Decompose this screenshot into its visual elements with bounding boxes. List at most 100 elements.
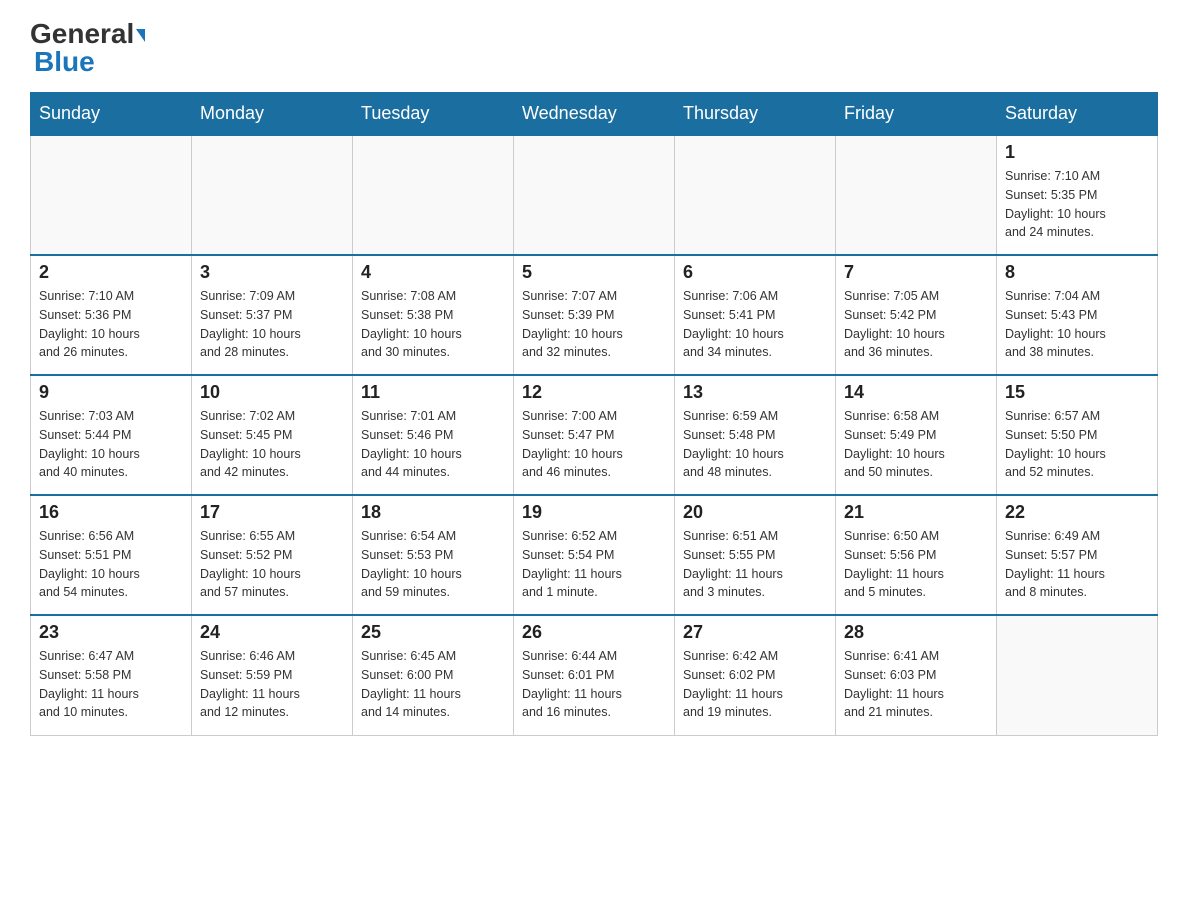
calendar-cell [31,135,192,255]
calendar-cell: 12 Sunrise: 7:00 AMSunset: 5:47 PMDayligh… [514,375,675,495]
logo-general-text: General [30,20,145,48]
calendar-cell [836,135,997,255]
day-info: Sunrise: 6:50 AMSunset: 5:56 PMDaylight:… [844,527,988,602]
day-number: 2 [39,262,183,283]
day-number: 4 [361,262,505,283]
day-info: Sunrise: 7:04 AMSunset: 5:43 PMDaylight:… [1005,287,1149,362]
day-number: 12 [522,382,666,403]
day-number: 7 [844,262,988,283]
day-info: Sunrise: 7:06 AMSunset: 5:41 PMDaylight:… [683,287,827,362]
day-info: Sunrise: 6:41 AMSunset: 6:03 PMDaylight:… [844,647,988,722]
day-number: 24 [200,622,344,643]
calendar-cell: 16Sunrise: 6:56 AMSunset: 5:51 PMDayligh… [31,495,192,615]
day-number: 16 [39,502,183,523]
calendar-cell: 17 Sunrise: 6:55 AMSunset: 5:52 PMDayligh… [192,495,353,615]
day-number: 21 [844,502,988,523]
day-number: 5 [522,262,666,283]
day-number: 17 [200,502,344,523]
day-number: 3 [200,262,344,283]
calendar-week-3: 9 Sunrise: 7:03 AMSunset: 5:44 PMDaylight… [31,375,1158,495]
day-info: Sunrise: 7:01 AMSunset: 5:46 PMDaylight:… [361,407,505,482]
day-info: Sunrise: 6:55 AMSunset: 5:52 PMDaylight:… [200,527,344,602]
day-info: Sunrise: 6:51 AMSunset: 5:55 PMDaylight:… [683,527,827,602]
calendar-week-1: 1 Sunrise: 7:10 AMSunset: 5:35 PMDaylight… [31,135,1158,255]
col-header-tuesday: Tuesday [353,93,514,136]
calendar-cell: 21 Sunrise: 6:50 AMSunset: 5:56 PMDayligh… [836,495,997,615]
day-number: 13 [683,382,827,403]
day-info: Sunrise: 7:00 AMSunset: 5:47 PMDaylight:… [522,407,666,482]
col-header-friday: Friday [836,93,997,136]
day-info: Sunrise: 6:54 AMSunset: 5:53 PMDaylight:… [361,527,505,602]
calendar-cell: 18 Sunrise: 6:54 AMSunset: 5:53 PMDayligh… [353,495,514,615]
day-info: Sunrise: 7:09 AMSunset: 5:37 PMDaylight:… [200,287,344,362]
day-number: 27 [683,622,827,643]
day-number: 11 [361,382,505,403]
day-number: 10 [200,382,344,403]
day-info: Sunrise: 7:02 AMSunset: 5:45 PMDaylight:… [200,407,344,482]
calendar-cell: 11 Sunrise: 7:01 AMSunset: 5:46 PMDayligh… [353,375,514,495]
calendar-cell: 5 Sunrise: 7:07 AMSunset: 5:39 PMDaylight… [514,255,675,375]
calendar-table: SundayMondayTuesdayWednesdayThursdayFrid… [30,92,1158,736]
calendar-cell [675,135,836,255]
calendar-cell [353,135,514,255]
col-header-sunday: Sunday [31,93,192,136]
calendar-cell: 15 Sunrise: 6:57 AMSunset: 5:50 PMDayligh… [997,375,1158,495]
calendar-header-row: SundayMondayTuesdayWednesdayThursdayFrid… [31,93,1158,136]
day-number: 1 [1005,142,1149,163]
calendar-cell: 1 Sunrise: 7:10 AMSunset: 5:35 PMDaylight… [997,135,1158,255]
logo: General Blue [30,20,145,76]
day-info: Sunrise: 7:10 AMSunset: 5:35 PMDaylight:… [1005,167,1149,242]
calendar-cell: 14 Sunrise: 6:58 AMSunset: 5:49 PMDayligh… [836,375,997,495]
day-info: Sunrise: 6:52 AMSunset: 5:54 PMDaylight:… [522,527,666,602]
day-number: 23 [39,622,183,643]
col-header-thursday: Thursday [675,93,836,136]
calendar-cell: 4 Sunrise: 7:08 AMSunset: 5:38 PMDaylight… [353,255,514,375]
day-info: Sunrise: 6:45 AMSunset: 6:00 PMDaylight:… [361,647,505,722]
calendar-cell: 10 Sunrise: 7:02 AMSunset: 5:45 PMDayligh… [192,375,353,495]
day-info: Sunrise: 6:46 AMSunset: 5:59 PMDaylight:… [200,647,344,722]
col-header-monday: Monday [192,93,353,136]
day-number: 19 [522,502,666,523]
col-header-saturday: Saturday [997,93,1158,136]
day-info: Sunrise: 7:05 AMSunset: 5:42 PMDaylight:… [844,287,988,362]
day-info: Sunrise: 6:47 AMSunset: 5:58 PMDaylight:… [39,647,183,722]
day-info: Sunrise: 6:44 AMSunset: 6:01 PMDaylight:… [522,647,666,722]
day-info: Sunrise: 6:49 AMSunset: 5:57 PMDaylight:… [1005,527,1149,602]
day-number: 15 [1005,382,1149,403]
day-number: 9 [39,382,183,403]
calendar-cell: 3 Sunrise: 7:09 AMSunset: 5:37 PMDaylight… [192,255,353,375]
day-info: Sunrise: 7:03 AMSunset: 5:44 PMDaylight:… [39,407,183,482]
day-number: 28 [844,622,988,643]
page-header: General Blue [30,20,1158,76]
calendar-cell: 8 Sunrise: 7:04 AMSunset: 5:43 PMDaylight… [997,255,1158,375]
day-info: Sunrise: 6:59 AMSunset: 5:48 PMDaylight:… [683,407,827,482]
calendar-cell: 26 Sunrise: 6:44 AMSunset: 6:01 PMDayligh… [514,615,675,735]
day-info: Sunrise: 7:10 AMSunset: 5:36 PMDaylight:… [39,287,183,362]
logo-blue-text: Blue [34,46,95,77]
calendar-cell [192,135,353,255]
day-info: Sunrise: 7:07 AMSunset: 5:39 PMDaylight:… [522,287,666,362]
day-number: 6 [683,262,827,283]
calendar-cell: 27 Sunrise: 6:42 AMSunset: 6:02 PMDayligh… [675,615,836,735]
calendar-week-4: 16Sunrise: 6:56 AMSunset: 5:51 PMDayligh… [31,495,1158,615]
calendar-cell: 9 Sunrise: 7:03 AMSunset: 5:44 PMDaylight… [31,375,192,495]
calendar-cell: 25Sunrise: 6:45 AMSunset: 6:00 PMDayligh… [353,615,514,735]
calendar-cell: 23 Sunrise: 6:47 AMSunset: 5:58 PMDayligh… [31,615,192,735]
calendar-cell [514,135,675,255]
day-info: Sunrise: 6:58 AMSunset: 5:49 PMDaylight:… [844,407,988,482]
day-number: 8 [1005,262,1149,283]
calendar-cell: 7 Sunrise: 7:05 AMSunset: 5:42 PMDaylight… [836,255,997,375]
day-number: 26 [522,622,666,643]
day-info: Sunrise: 6:57 AMSunset: 5:50 PMDaylight:… [1005,407,1149,482]
calendar-cell: 22Sunrise: 6:49 AMSunset: 5:57 PMDayligh… [997,495,1158,615]
day-number: 14 [844,382,988,403]
day-number: 18 [361,502,505,523]
calendar-week-5: 23 Sunrise: 6:47 AMSunset: 5:58 PMDayligh… [31,615,1158,735]
calendar-cell: 28 Sunrise: 6:41 AMSunset: 6:03 PMDayligh… [836,615,997,735]
col-header-wednesday: Wednesday [514,93,675,136]
day-info: Sunrise: 6:42 AMSunset: 6:02 PMDaylight:… [683,647,827,722]
calendar-cell: 13 Sunrise: 6:59 AMSunset: 5:48 PMDayligh… [675,375,836,495]
calendar-cell: 20Sunrise: 6:51 AMSunset: 5:55 PMDayligh… [675,495,836,615]
day-info: Sunrise: 7:08 AMSunset: 5:38 PMDaylight:… [361,287,505,362]
calendar-week-2: 2 Sunrise: 7:10 AMSunset: 5:36 PMDaylight… [31,255,1158,375]
